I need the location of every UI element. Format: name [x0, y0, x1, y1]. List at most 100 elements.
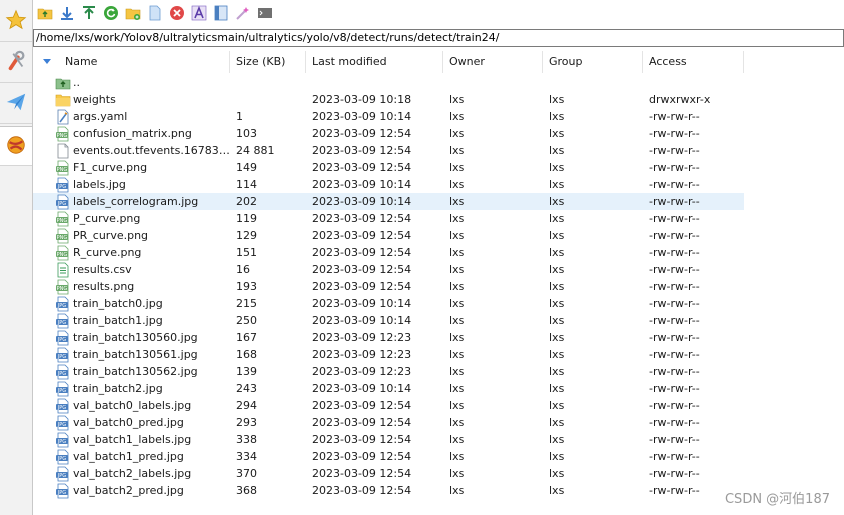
- file-owner: lxs: [449, 144, 465, 157]
- file-row[interactable]: results.csv 16 2023-03-09 12:54 lxs lxs -rw-r…: [33, 261, 744, 278]
- column-name[interactable]: Name: [33, 51, 230, 73]
- file-row[interactable]: JPG train_batch2.jpg 243 2023-03-09 10:14 lx…: [33, 380, 744, 397]
- svg-text:JPG: JPG: [57, 473, 66, 479]
- file-name-cell: JPG val_batch1_labels.jpg: [33, 431, 230, 448]
- file-name: val_batch1_labels.jpg: [73, 433, 192, 446]
- new-file-button[interactable]: [146, 5, 164, 23]
- file-row[interactable]: JPG val_batch2_labels.jpg 370 2023-03-09 12…: [33, 465, 744, 482]
- file-row[interactable]: PNG P_curve.png 119 2023-03-09 12:54 lxs lxs -…: [33, 210, 744, 227]
- column-owner[interactable]: Owner: [443, 51, 543, 73]
- file-modified: 2023-03-09 10:14: [312, 178, 412, 191]
- file-group: lxs: [549, 263, 565, 276]
- file-size: 243: [236, 382, 257, 395]
- file-modified: 2023-03-09 12:54: [312, 484, 412, 497]
- tab-tools[interactable]: [0, 43, 32, 83]
- jpg-file-icon: JPG: [55, 330, 71, 346]
- delete-button[interactable]: [168, 5, 186, 23]
- column-group[interactable]: Group: [543, 51, 643, 73]
- file-size: 151: [236, 246, 257, 259]
- svg-text:JPG: JPG: [57, 371, 66, 377]
- left-tab-strip: [0, 0, 33, 515]
- file-row[interactable]: PNG results.png 193 2023-03-09 12:54 lxs lxs -…: [33, 278, 744, 295]
- column-access[interactable]: Access: [643, 51, 744, 73]
- file-size: 368: [236, 484, 257, 497]
- file-row[interactable]: events.out.tfevents.167832... 24 881 2023-…: [33, 142, 744, 159]
- file-row[interactable]: args.yaml 1 2023-03-09 10:14 lxs lxs -rw-rw-r…: [33, 108, 744, 125]
- file-size: 250: [236, 314, 257, 327]
- file-owner: lxs: [449, 178, 465, 191]
- file-row[interactable]: JPG train_batch130562.jpg 139 2023-03-09 12…: [33, 363, 744, 380]
- rename-button[interactable]: [190, 5, 208, 23]
- sftp-globe-icon: [5, 134, 27, 159]
- file-row[interactable]: JPG val_batch2_pred.jpg 368 2023-03-09 12:5…: [33, 482, 744, 499]
- tab-send[interactable]: [0, 84, 32, 124]
- png-file-icon: PNG: [55, 279, 71, 295]
- parent-folder-icon: [37, 5, 53, 24]
- file-row[interactable]: weights 2023-03-09 10:18 lxs lxs drwxrwxr-x: [33, 91, 744, 108]
- svg-text:JPG: JPG: [57, 201, 66, 207]
- column-size[interactable]: Size (KB): [230, 51, 306, 73]
- file-row[interactable]: JPG train_batch130560.jpg 167 2023-03-09 12…: [33, 329, 744, 346]
- file-name-cell: JPG train_batch130561.jpg: [33, 346, 230, 363]
- file-name-cell: JPG val_batch2_labels.jpg: [33, 465, 230, 482]
- svg-text:JPG: JPG: [57, 303, 66, 309]
- file-size: 149: [236, 161, 257, 174]
- file-row[interactable]: JPG train_batch0.jpg 215 2023-03-09 10:14 lx…: [33, 295, 744, 312]
- find-button[interactable]: [234, 5, 252, 23]
- file-row[interactable]: JPG val_batch1_labels.jpg 338 2023-03-09 12…: [33, 431, 744, 448]
- file-group: [543, 74, 643, 91]
- file-name: labels.jpg: [73, 178, 126, 191]
- file-name: train_batch1.jpg: [73, 314, 163, 327]
- file-row[interactable]: PNG confusion_matrix.png 103 2023-03-09 12:…: [33, 125, 744, 142]
- file-name: weights: [73, 93, 116, 106]
- file-row[interactable]: JPG labels_correlogram.jpg 202 2023-03-09 1…: [33, 193, 744, 210]
- terminal-button[interactable]: [256, 5, 274, 23]
- file-icon: [55, 143, 71, 159]
- parent-folder-button[interactable]: [36, 5, 54, 23]
- file-row[interactable]: PNG R_curve.png 151 2023-03-09 12:54 lxs lxs -…: [33, 244, 744, 261]
- file-row[interactable]: JPG val_batch1_pred.jpg 334 2023-03-09 12:5…: [33, 448, 744, 465]
- file-modified: 2023-03-09 12:54: [312, 144, 412, 157]
- file-name: labels_correlogram.jpg: [73, 195, 199, 208]
- file-row[interactable]: PNG PR_curve.png 129 2023-03-09 12:54 lxs lxs…: [33, 227, 744, 244]
- tab-sftp[interactable]: [0, 126, 32, 166]
- png-file-icon: PNG: [55, 126, 71, 142]
- file-modified: 2023-03-09 12:54: [312, 433, 412, 446]
- jpg-file-icon: JPG: [55, 449, 71, 465]
- file-group: lxs: [549, 212, 565, 225]
- column-modified[interactable]: Last modified: [306, 51, 443, 73]
- file-row[interactable]: JPG val_batch0_pred.jpg 293 2023-03-09 12:5…: [33, 414, 744, 431]
- file-name: train_batch130560.jpg: [73, 331, 198, 344]
- file-row[interactable]: JPG train_batch130561.jpg 168 2023-03-09 12…: [33, 346, 744, 363]
- file-access: -rw-rw-r--: [649, 246, 700, 259]
- tab-favorites[interactable]: [0, 2, 32, 42]
- new-folder-icon: [125, 5, 141, 24]
- file-name-cell: PNG confusion_matrix.png: [33, 125, 230, 142]
- file-name-cell: JPG train_batch130562.jpg: [33, 363, 230, 380]
- column-header: Name Size (KB) Last modified Owner Group…: [33, 51, 744, 73]
- svg-text:JPG: JPG: [57, 422, 66, 428]
- file-name-cell: results.csv: [33, 261, 230, 278]
- path-input[interactable]: /home/lxs/work/Yolov8/ultralyticsmain/ul…: [33, 29, 844, 47]
- properties-button[interactable]: [212, 5, 230, 23]
- upload-button[interactable]: [80, 5, 98, 23]
- file-row[interactable]: JPG train_batch1.jpg 250 2023-03-09 10:14 lx…: [33, 312, 744, 329]
- file-size: 193: [236, 280, 257, 293]
- svg-text:PNG: PNG: [57, 218, 68, 224]
- file-owner: lxs: [449, 314, 465, 327]
- refresh-button[interactable]: [102, 5, 120, 23]
- file-row[interactable]: JPG labels.jpg 114 2023-03-09 10:14 lxs lxs -r…: [33, 176, 744, 193]
- file-name-cell: JPG train_batch2.jpg: [33, 380, 230, 397]
- file-row[interactable]: ..: [33, 74, 744, 91]
- file-group: lxs: [549, 450, 565, 463]
- file-size: 167: [236, 331, 257, 344]
- file-owner: lxs: [449, 467, 465, 480]
- file-access: -rw-rw-r--: [649, 433, 700, 446]
- file-row[interactable]: JPG val_batch0_labels.jpg 294 2023-03-09 12…: [33, 397, 744, 414]
- new-folder-button[interactable]: [124, 5, 142, 23]
- download-button[interactable]: [58, 5, 76, 23]
- file-modified: 2023-03-09 12:54: [312, 246, 412, 259]
- file-owner: lxs: [449, 246, 465, 259]
- file-row[interactable]: PNG F1_curve.png 149 2023-03-09 12:54 lxs lxs…: [33, 159, 744, 176]
- file-group: lxs: [549, 467, 565, 480]
